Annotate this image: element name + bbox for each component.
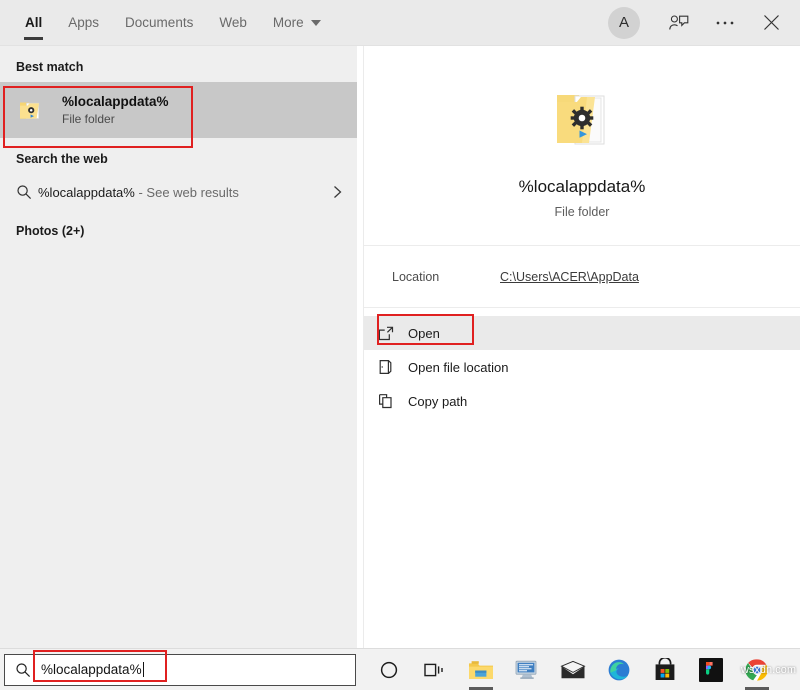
start-search-flyout: All Apps Documents Web More A Best match… bbox=[0, 0, 800, 648]
action-open-file-location-label: Open file location bbox=[408, 359, 509, 375]
task-view-icon[interactable] bbox=[412, 649, 458, 690]
taskbar-search-text: %localappdata% bbox=[41, 662, 144, 677]
best-match-subtitle: File folder bbox=[62, 112, 115, 127]
search-web-heading: Search the web bbox=[16, 152, 108, 166]
file-explorer-icon[interactable] bbox=[458, 649, 504, 690]
taskbar-icons bbox=[366, 649, 780, 690]
microsoft-store-icon[interactable] bbox=[642, 649, 688, 690]
preview-title: %localappdata% bbox=[518, 177, 646, 196]
best-match-text: %localappdata% File folder bbox=[62, 93, 169, 127]
best-match-result[interactable]: %localappdata% File folder bbox=[0, 82, 357, 138]
tab-documents-label: Documents bbox=[125, 15, 194, 30]
open-external-icon bbox=[378, 326, 408, 341]
cortana-circle-icon[interactable] bbox=[366, 649, 412, 690]
search-header: All Apps Documents Web More A bbox=[0, 0, 800, 46]
ellipsis-icon[interactable] bbox=[704, 2, 746, 44]
action-list: Open Open file location Copy path bbox=[364, 308, 800, 418]
tab-all-label: All bbox=[25, 15, 43, 30]
person-feedback-icon[interactable] bbox=[658, 2, 700, 44]
tab-apps-label: Apps bbox=[68, 15, 100, 30]
mail-icon[interactable] bbox=[550, 649, 596, 690]
search-icon bbox=[16, 184, 38, 200]
preview-subtitle: File folder bbox=[554, 205, 610, 219]
chevron-down-icon bbox=[310, 19, 321, 26]
avatar-initial: A bbox=[618, 14, 629, 31]
text-cursor bbox=[142, 662, 144, 677]
location-value[interactable]: C:\Users\ACER\AppData bbox=[500, 270, 639, 284]
taskbar: %localappdata% bbox=[0, 648, 800, 690]
action-open-file-location[interactable]: Open file location bbox=[364, 350, 800, 384]
figma-icon[interactable] bbox=[688, 649, 734, 690]
web-result-label: %localappdata% - See web results bbox=[38, 185, 332, 200]
location-row: Location C:\Users\ACER\AppData bbox=[364, 246, 800, 308]
copy-icon bbox=[378, 393, 408, 409]
web-result-suffix: - See web results bbox=[134, 184, 239, 200]
chevron-right-icon[interactable] bbox=[332, 185, 343, 199]
tab-apps[interactable]: Apps bbox=[55, 0, 112, 46]
results-panel: Best match %localappdata% File folder Se… bbox=[0, 46, 357, 648]
search-body: Best match %localappdata% File folder Se… bbox=[0, 46, 800, 648]
action-copy-path[interactable]: Copy path bbox=[364, 384, 800, 418]
search-icon bbox=[15, 662, 31, 678]
remote-desktop-icon[interactable] bbox=[504, 649, 550, 690]
action-open[interactable]: Open bbox=[364, 316, 800, 350]
folder-open-icon bbox=[378, 359, 408, 375]
tab-all[interactable]: All bbox=[12, 0, 55, 46]
folder-settings-icon bbox=[16, 94, 48, 126]
photos-heading: Photos (2+) bbox=[16, 224, 85, 238]
tab-more[interactable]: More bbox=[260, 0, 334, 46]
tab-more-label: More bbox=[272, 15, 304, 30]
best-match-title: %localappdata% bbox=[62, 93, 169, 109]
web-result-row[interactable]: %localappdata% - See web results bbox=[0, 174, 357, 210]
preview-panel: %localappdata% File folder Location C:\U… bbox=[363, 46, 800, 648]
close-icon[interactable] bbox=[750, 2, 792, 44]
search-filter-tabs: All Apps Documents Web More bbox=[0, 0, 334, 46]
taskbar-search-value: %localappdata% bbox=[41, 662, 142, 677]
preview-card: %localappdata% File folder bbox=[364, 46, 800, 246]
action-open-label: Open bbox=[408, 325, 440, 341]
location-label: Location bbox=[392, 269, 440, 284]
windows-search-screen: All Apps Documents Web More A Best match… bbox=[0, 0, 800, 690]
tab-documents[interactable]: Documents bbox=[112, 0, 206, 46]
microsoft-edge-icon[interactable] bbox=[596, 649, 642, 690]
watermark: wsxdn.com bbox=[740, 664, 796, 676]
taskbar-search-box[interactable]: %localappdata% bbox=[4, 653, 356, 686]
avatar[interactable]: A bbox=[608, 6, 640, 39]
best-match-heading: Best match bbox=[16, 60, 84, 74]
tab-web-label: Web bbox=[219, 15, 247, 30]
action-copy-path-label: Copy path bbox=[408, 393, 468, 409]
web-result-query: %localappdata% bbox=[38, 184, 135, 200]
header-actions: A bbox=[608, 2, 800, 44]
folder-settings-large-icon bbox=[545, 82, 619, 161]
tab-web[interactable]: Web bbox=[206, 0, 260, 46]
